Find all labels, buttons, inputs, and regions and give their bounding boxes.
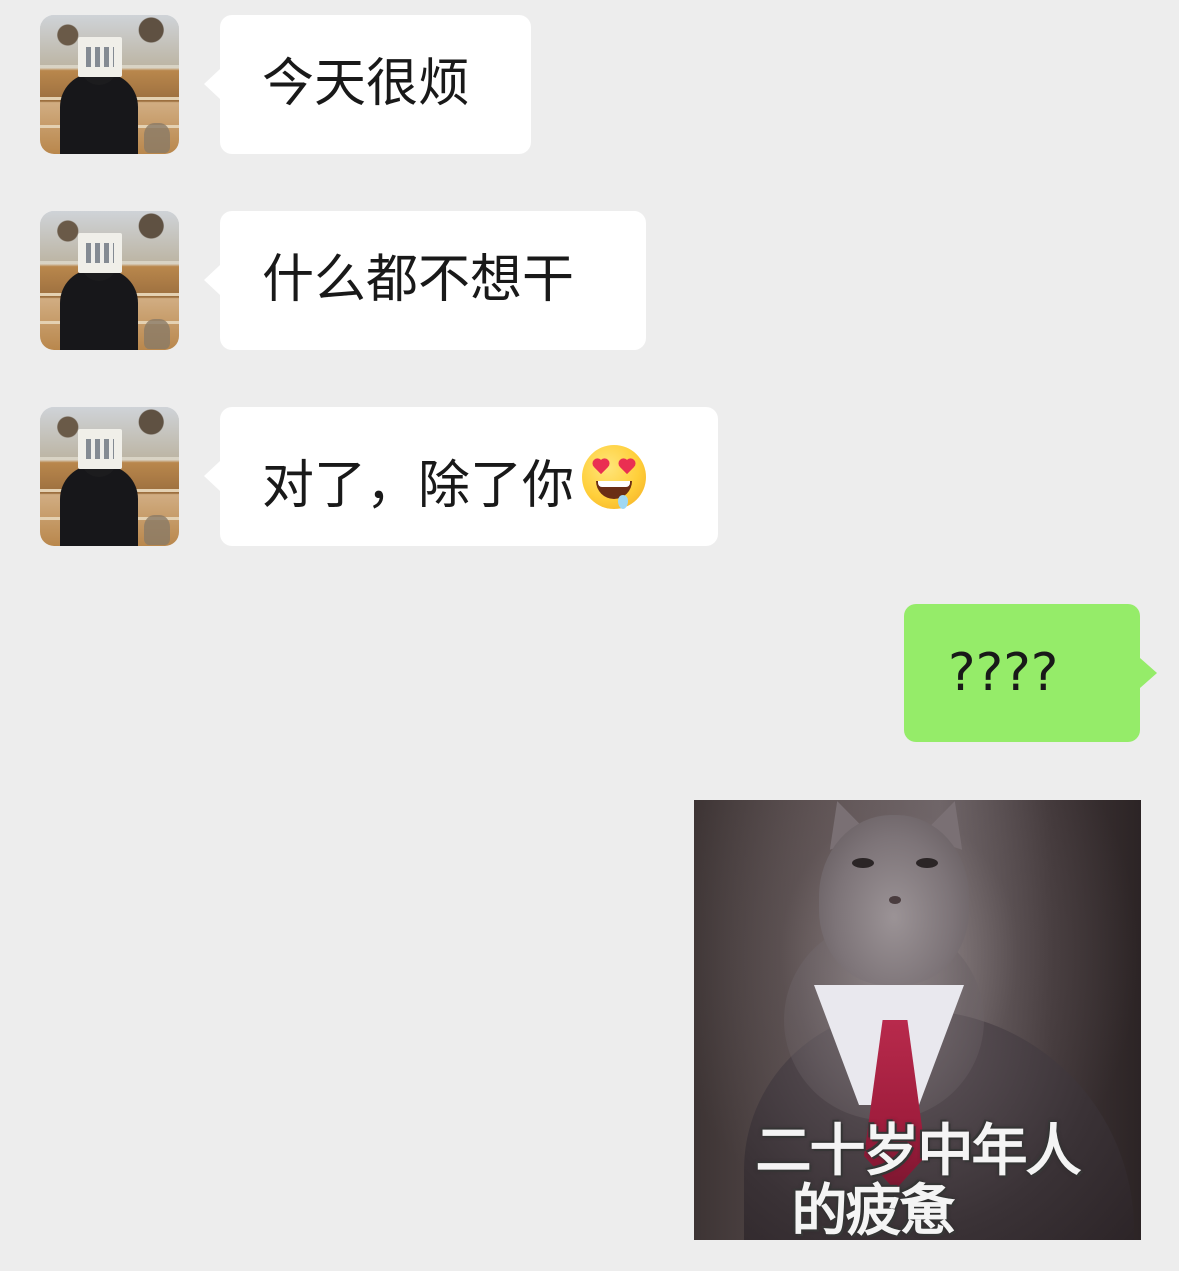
- incoming-message-bubble[interactable]: 今天很烦: [204, 15, 531, 154]
- avatar-paper: [78, 233, 122, 273]
- heart-eye-icon: [618, 459, 636, 475]
- incoming-message-bubble[interactable]: 什么都不想干: [204, 211, 646, 350]
- avatar-person: [60, 269, 138, 350]
- avatar-person: [60, 465, 138, 546]
- avatar-person: [60, 73, 138, 154]
- incoming-message-bubble[interactable]: 对了，除了你: [204, 407, 718, 546]
- message-text: 今天很烦: [262, 54, 471, 114]
- message-text: ????: [948, 643, 1059, 703]
- contact-avatar[interactable]: [40, 211, 179, 350]
- star-struck-drooling-emoji-icon: [582, 445, 647, 509]
- sticker-image[interactable]: 二十岁中年人 的疲惫: [694, 800, 1141, 1240]
- contact-avatar[interactable]: [40, 15, 179, 154]
- outgoing-message-bubble[interactable]: ????: [904, 604, 1157, 742]
- message-text: 对了，除了你: [262, 456, 575, 516]
- message-text: 什么都不想干: [262, 250, 575, 310]
- avatar-paper: [78, 37, 122, 77]
- heart-eye-icon: [592, 459, 610, 475]
- sticker-caption-line1: 二十岁中年人: [755, 1119, 1082, 1184]
- avatar-paper: [78, 429, 122, 469]
- chat-screen: 今天很烦 什么都不想干 对了，除了你 ???? 二十岁中年人 的疲惫: [0, 0, 1179, 1271]
- contact-avatar[interactable]: [40, 407, 179, 546]
- sticker-caption-line2: 的疲惫: [791, 1179, 956, 1241]
- drool-drop-icon: [618, 495, 629, 509]
